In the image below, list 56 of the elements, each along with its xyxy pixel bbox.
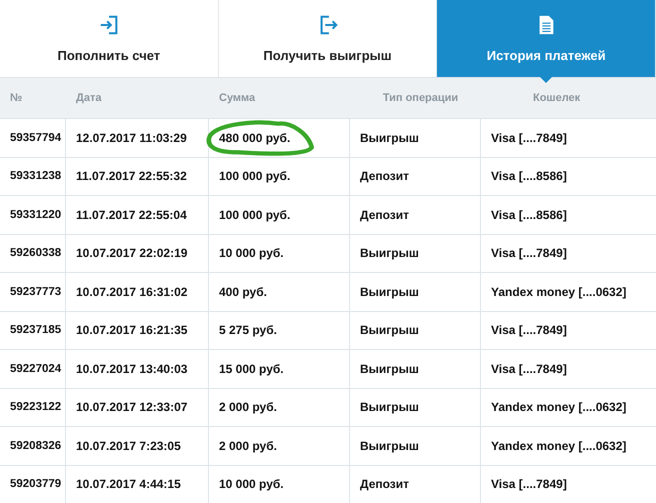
table-cell: 59237185 (10, 324, 62, 336)
table-cell: Visa [....7849] (491, 323, 567, 338)
table-cell: 10.07.2017 7:23:05 (76, 438, 181, 453)
table-cell: 59331220 (10, 208, 62, 221)
table-cell: Visa [....8586] (491, 169, 567, 184)
column-header: № (9, 92, 22, 104)
table-cell: Выигрыш (360, 130, 419, 145)
table-cell: 100 000 руб. (219, 169, 290, 184)
table-cell: 10.07.2017 22:02:19 (76, 246, 188, 260)
table-cell: Депозит (360, 477, 410, 492)
table-cell: 11.07.2017 22:55:04 (76, 208, 187, 222)
table-cell: Yandex money [....0632] (491, 284, 626, 299)
tab[interactable]: Пополнить счет (0, 0, 219, 77)
table-cell: Visa [....8586] (491, 208, 567, 222)
column-header: Кошелек (532, 92, 580, 104)
table-cell: 2 000 руб. (219, 438, 277, 453)
table-cell: 5 275 руб. (219, 323, 277, 338)
table-cell: Выигрыш (360, 284, 419, 299)
table-cell: Visa [....7849] (491, 362, 567, 376)
table-cell: Выигрыш (360, 438, 419, 453)
table-cell: Депозит (360, 169, 410, 184)
table-cell: 59260338 (10, 247, 62, 260)
table-cell: 10 000 руб. (219, 477, 284, 492)
table-cell: 15 000 руб. (219, 362, 284, 376)
table-cell: Yandex money [....0632] (491, 400, 626, 414)
column-header: Тип операции (382, 92, 458, 104)
table-cell: Выигрыш (360, 323, 419, 338)
table-cell: 59223122 (10, 401, 62, 414)
table-cell: 480 000 руб. (219, 130, 290, 145)
table-cell: 10.07.2017 12:33:07 (76, 400, 188, 414)
table-cell: Visa [....7849] (491, 130, 567, 145)
table-cell: 59227024 (10, 362, 62, 375)
column-header: Дата (75, 92, 102, 104)
table-cell: 59208326 (10, 440, 62, 452)
table-cell: 10.07.2017 16:21:35 (76, 323, 188, 338)
table-cell: 12.07.2017 11:03:29 (76, 130, 187, 145)
table-cell: 59203779 (10, 478, 62, 490)
table-cell: 10.07.2017 13:40:03 (76, 362, 188, 376)
table-cell: Visa [....7849] (491, 477, 567, 492)
table-cell: 59331238 (10, 170, 62, 182)
table-cell: 59237773 (10, 286, 62, 298)
table-cell: Выигрыш (360, 362, 419, 376)
table-cell: Депозит (360, 208, 410, 222)
table-cell: Выигрыш (360, 246, 419, 260)
table-cell: 100 000 руб. (219, 208, 290, 222)
table-cell: Выигрыш (360, 400, 419, 414)
table-cell: 2 000 руб. (219, 400, 277, 414)
table-cell: 10 000 руб. (219, 246, 284, 260)
column-header: Сумма (218, 92, 256, 104)
table-cell: 10.07.2017 16:31:02 (76, 284, 188, 299)
table-cell: 59357794 (10, 132, 62, 144)
table-cell: 400 руб. (219, 284, 267, 299)
table-cell: 10.07.2017 4:44:15 (76, 477, 181, 492)
table-cell: 11.07.2017 22:55:32 (76, 169, 187, 184)
table-cell: Visa [....7849] (491, 246, 567, 260)
table-cell: Yandex money [....0632] (491, 438, 626, 453)
